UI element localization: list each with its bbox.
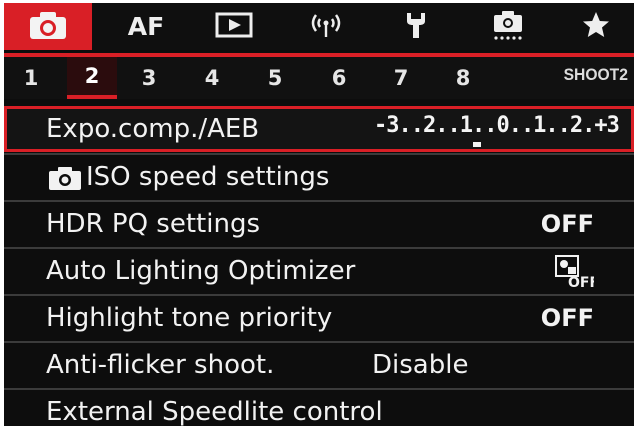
page-tab-7[interactable]: 7 — [386, 57, 416, 99]
page-tab-1[interactable]: 1 — [16, 57, 46, 99]
camera-menu-screen: AF 1 2 3 4 5 6 7 8 SHOOT2 Expo.comp./AEB… — [4, 3, 634, 426]
af-tab-label: AF — [127, 12, 165, 41]
camera-icon — [28, 10, 68, 44]
menu-item-hdr-pq[interactable]: HDR PQ settings OFF — [4, 201, 634, 247]
menu-item-speedlite[interactable]: External Speedlite control — [4, 389, 634, 426]
page-tab-5[interactable]: 5 — [260, 57, 290, 99]
custom-camera-icon — [491, 9, 525, 45]
menu-item-label: Expo.comp./AEB — [46, 114, 260, 144]
mymenu-tab[interactable] — [564, 3, 628, 50]
page-tab-6[interactable]: 6 — [324, 57, 354, 99]
menu-item-expo-comp[interactable]: Expo.comp./AEB -3..2..1..0..1..2.+3 — [4, 106, 634, 152]
play-icon — [215, 12, 253, 42]
star-icon — [581, 10, 611, 44]
menu-item-anti-flicker[interactable]: Anti-flicker shoot. Disable — [4, 342, 634, 388]
menu-item-value: OFF — [540, 210, 594, 238]
camera-icon — [48, 166, 82, 198]
menu-item-value: OFF — [540, 304, 594, 332]
wrench-icon — [401, 10, 431, 44]
alo-off-icon: OFF — [554, 254, 599, 297]
af-tab[interactable]: AF — [111, 3, 181, 50]
custom-tab[interactable] — [476, 3, 540, 50]
setup-tab[interactable] — [384, 3, 448, 50]
menu-item-value: Disable — [372, 350, 469, 380]
page-label: SHOOT2 — [563, 65, 628, 84]
svg-text:OFF: OFF — [568, 275, 594, 290]
menu-item-auto-lighting[interactable]: Auto Lighting Optimizer OFF — [4, 248, 634, 294]
page-tab-3[interactable]: 3 — [134, 57, 164, 99]
exposure-scale: -3..2..1..0..1..2.+3 — [374, 113, 620, 138]
wireless-tab[interactable] — [294, 3, 358, 50]
menu-item-iso-speed[interactable]: ISO speed settings — [4, 154, 634, 200]
page-tab-2[interactable]: 2 — [67, 57, 117, 99]
menu-item-label: ISO speed settings — [86, 162, 330, 192]
menu-item-highlight-tone[interactable]: Highlight tone priority OFF — [4, 295, 634, 341]
category-tab-bar: AF — [4, 3, 634, 50]
page-tab-4[interactable]: 4 — [197, 57, 227, 99]
menu-item-label: Auto Lighting Optimizer — [46, 256, 356, 286]
menu-item-label: External Speedlite control — [46, 397, 383, 426]
playback-tab[interactable] — [202, 3, 266, 50]
wireless-icon — [306, 11, 346, 43]
page-tab-8[interactable]: 8 — [448, 57, 478, 99]
exposure-marker-icon — [473, 142, 481, 147]
camera-tab[interactable] — [4, 3, 92, 50]
menu-item-label: HDR PQ settings — [46, 209, 260, 239]
menu-item-label: Anti-flicker shoot. — [46, 350, 275, 380]
menu-item-label: Highlight tone priority — [46, 303, 333, 333]
